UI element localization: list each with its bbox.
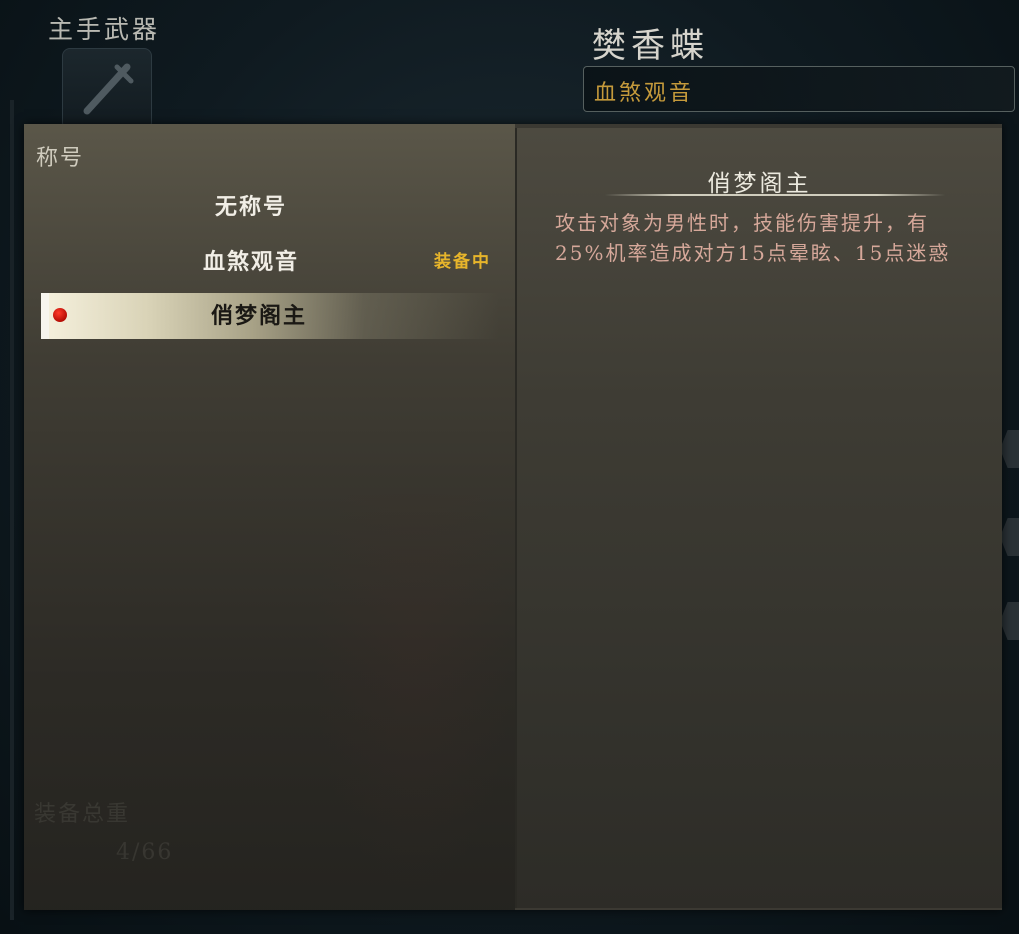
current-title-box[interactable]: 血煞观音 bbox=[583, 66, 1015, 112]
background-frame-edge bbox=[10, 100, 14, 920]
equipped-badge: 装备中 bbox=[434, 252, 491, 272]
weight-value-ghost: 4/66 bbox=[116, 840, 174, 865]
detail-divider bbox=[605, 194, 945, 196]
side-tab-1[interactable] bbox=[1000, 430, 1019, 468]
title-item-label: 无称号 bbox=[214, 194, 287, 220]
main-weapon-label: 主手武器 bbox=[48, 15, 161, 44]
title-list-panel: 装备总重 4/66 称号 无称号 血煞观音 装备中 俏梦阁主 bbox=[24, 124, 515, 910]
character-silhouette bbox=[314, 494, 514, 894]
title-item-qiaomeng-gezhu[interactable]: 俏梦阁主 bbox=[41, 293, 499, 339]
title-detail-panel: 俏梦阁主 攻击对象为男性时，技能伤害提升，有25%机率造成对方15点晕眩、15点… bbox=[515, 128, 1002, 908]
sword-icon bbox=[83, 63, 134, 115]
title-item-none[interactable]: 无称号 bbox=[41, 184, 499, 230]
title-item-xuesha-guanyin[interactable]: 血煞观音 装备中 bbox=[41, 239, 499, 285]
current-title-text: 血煞观音 bbox=[594, 81, 695, 106]
side-tab-2[interactable] bbox=[1000, 518, 1019, 556]
title-item-label: 俏梦阁主 bbox=[210, 303, 307, 329]
detail-description: 攻击对象为男性时，技能伤害提升，有25%机率造成对方15点晕眩、15点迷惑 bbox=[555, 211, 951, 265]
weight-label-ghost: 装备总重 bbox=[34, 802, 131, 827]
character-name: 樊香蝶 bbox=[592, 26, 709, 66]
main-weapon-slot[interactable] bbox=[62, 48, 152, 130]
detail-title: 俏梦阁主 bbox=[707, 171, 812, 197]
title-selection-dialog: 装备总重 4/66 称号 无称号 血煞观音 装备中 俏梦阁主 俏梦阁主 攻击对象… bbox=[24, 124, 1002, 910]
side-tab-3[interactable] bbox=[1000, 602, 1019, 640]
game-screen: 主手武器 樊香蝶 血煞观音 装备总重 4/66 称号 无称号 血煞观音 装备中 bbox=[0, 0, 1019, 934]
title-panel-heading: 称号 bbox=[36, 146, 85, 171]
title-item-label: 血煞观音 bbox=[202, 249, 299, 275]
